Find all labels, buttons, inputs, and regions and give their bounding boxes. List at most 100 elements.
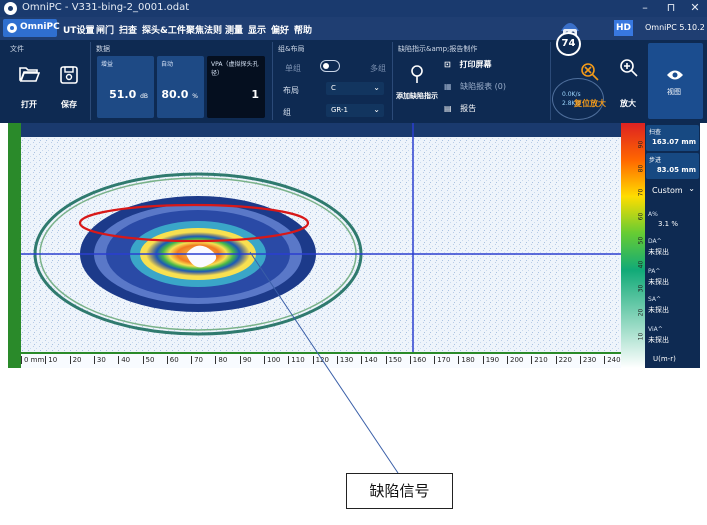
- custom-dropdown[interactable]: Custom ⌄: [646, 183, 699, 200]
- color-scale-tick: 40: [637, 260, 645, 269]
- view-button[interactable]: 视图: [648, 43, 703, 119]
- omnipc-logo-icon: [7, 23, 17, 33]
- cpu-gauge: 74: [556, 32, 581, 56]
- window-title: OmniPC - V331-bing-2_0001.odat: [22, 2, 190, 13]
- menu-preferences[interactable]: 偏好: [271, 23, 289, 36]
- eye-icon: [667, 70, 683, 80]
- ruler-tick-label: 20: [69, 356, 82, 364]
- color-scale-ticks: 90 80 70 60 50 40 30 20 10: [637, 141, 645, 341]
- hd-toggle-button[interactable]: HD: [614, 20, 633, 36]
- print-screen-button[interactable]: ⊡ 打印屏幕: [444, 59, 492, 70]
- ruler-tick-label: 170: [434, 356, 450, 364]
- report-button[interactable]: ▤ 报告: [444, 103, 476, 114]
- ruler-tick-label: 240: [604, 356, 621, 364]
- chevron-down-icon: ⌄: [688, 184, 695, 193]
- ruler-tick-label: 130: [336, 356, 353, 364]
- group-dropdown[interactable]: GR-1 ⌄: [326, 104, 384, 117]
- ruler-tick-label: 50: [142, 356, 154, 364]
- measurement-panel: 扫查 163.07 mm 步进 83.05 mm Custom ⌄ A% 3.1…: [645, 123, 700, 368]
- add-indication-label: 添加缺陷指示: [396, 92, 438, 100]
- vpa-value: 1: [251, 88, 259, 101]
- scan-axis-ruler: 0 mm 10 20 30 40 50 60 70 80 90 100 110 120 130 140 150…: [21, 354, 621, 368]
- menu-gates[interactable]: 闸门: [96, 23, 114, 36]
- group-layout-label: 组&布局: [278, 45, 305, 53]
- ruler-tick-label: 140: [361, 356, 378, 364]
- ruler-tick-label: 100: [264, 356, 280, 364]
- menu-measure[interactable]: 测量: [225, 23, 243, 36]
- c-scan-view[interactable]: 90 80 70 60 50 40 30 20 10 0 mm 10 20 30 40 50 60 70 80 9…: [8, 123, 645, 368]
- chevron-down-icon: ⌄: [373, 105, 380, 114]
- zoom-button[interactable]: 放大: [620, 98, 636, 109]
- da-readout: DA^ 未探出: [648, 238, 669, 256]
- color-scale-tick: 20: [637, 308, 645, 317]
- ribbon-toolbar: 文件 打开 保存 数据 增益 51.0 dB 自动 80.0 % VPA（虚拟探…: [0, 40, 707, 123]
- vpa-card[interactable]: VPA（虚拟探头孔径） 1: [207, 56, 265, 118]
- title-bar: OmniPC - V331-bing-2_0001.odat – ⊓ ✕: [0, 0, 707, 17]
- ruler-tick-label: 120: [312, 356, 329, 364]
- sa-readout: SA^ 未探出: [648, 296, 669, 314]
- ruler-tick-label: 160: [409, 356, 426, 364]
- pa-readout: PA^ 未探出: [648, 268, 669, 286]
- ruler-tick-label: 200: [507, 356, 523, 364]
- menu-focal-law[interactable]: 聚焦法则: [186, 23, 222, 36]
- group-defect-label: 缺陷指示&amp;报告制作: [398, 45, 478, 53]
- a-percent-readout: A% 3.1 %: [648, 211, 679, 228]
- custom-label: Custom: [652, 186, 683, 195]
- defect-table-button[interactable]: ▦ 缺陷报表 (0): [444, 81, 506, 92]
- open-button[interactable]: 打开: [14, 65, 44, 115]
- color-scale-tick: 80: [637, 164, 645, 173]
- auto-card[interactable]: 自动 80.0 %: [157, 56, 204, 118]
- c-scan-image: [8, 123, 621, 368]
- report-label: 报告: [460, 104, 477, 113]
- ruler-tick-label: 180: [458, 356, 475, 364]
- divider: [272, 42, 273, 120]
- layout-dropdown[interactable]: C ⌄: [326, 82, 384, 95]
- ruler-tick-label: 210: [531, 356, 548, 364]
- gain-label: 增益: [101, 61, 114, 68]
- chevron-down-icon: ⌄: [373, 83, 380, 92]
- divider: [550, 42, 551, 120]
- ruler-tick-label: 80: [215, 356, 227, 364]
- step-value: 83.05 mm: [656, 166, 696, 174]
- multi-group-label: 多组: [370, 64, 386, 73]
- unit-label: U(m-r): [653, 355, 676, 363]
- reset-zoom-icon: [581, 63, 599, 81]
- divider: [392, 42, 393, 120]
- ruler-tick-label: 150: [385, 356, 402, 364]
- app-menu-button[interactable]: OmniPC: [3, 19, 60, 37]
- speed-value-1: 0.0K/s: [562, 91, 581, 98]
- step-readout[interactable]: 步进 83.05 mm: [646, 153, 699, 179]
- menu-probe-part[interactable]: 探头&工件: [142, 23, 186, 36]
- color-scale-tick: 30: [637, 284, 645, 293]
- print-screen-label: 打印屏幕: [459, 60, 492, 69]
- view-label: 视图: [667, 88, 681, 96]
- add-indication-button[interactable]: 添加缺陷指示: [396, 64, 438, 120]
- ruler-tick-label: 10: [45, 356, 57, 364]
- report-icon: ▤: [444, 104, 452, 113]
- folder-open-icon: [19, 67, 41, 82]
- scan-value: 163.07 mm: [651, 138, 696, 146]
- minimize-button[interactable]: –: [638, 1, 652, 15]
- menu-scan[interactable]: 扫查: [119, 23, 137, 36]
- menu-bar: OmniPC UT设置 闸门 扫查 探头&工件 聚焦法则 测量 显示 偏好 帮助…: [0, 17, 707, 40]
- single-group-label: 单组: [285, 64, 301, 73]
- step-label: 步进: [649, 157, 662, 164]
- group-label: 组: [283, 108, 291, 117]
- version-label: OmniPC 5.10.2: [645, 23, 705, 32]
- gain-card[interactable]: 增益 51.0 dB: [97, 56, 154, 118]
- save-button[interactable]: 保存: [54, 65, 84, 115]
- ruler-tick-label: 30: [93, 356, 106, 364]
- menu-help[interactable]: 帮助: [294, 23, 312, 36]
- reset-zoom-button[interactable]: 复位放大: [574, 98, 606, 109]
- group-file-label: 文件: [10, 45, 24, 53]
- close-button[interactable]: ✕: [688, 1, 702, 15]
- menu-display[interactable]: 显示: [248, 23, 266, 36]
- layout-label: 布局: [283, 86, 299, 95]
- auto-label: 自动: [161, 61, 174, 68]
- menu-ut-settings[interactable]: UT设置: [63, 23, 94, 36]
- defect-table-label: 缺陷报表 (0): [460, 82, 506, 91]
- group-mode-toggle[interactable]: [320, 60, 340, 72]
- maximize-button[interactable]: ⊓: [664, 1, 678, 15]
- scan-readout[interactable]: 扫查 163.07 mm: [646, 125, 699, 151]
- color-scale-tick: 70: [637, 188, 645, 197]
